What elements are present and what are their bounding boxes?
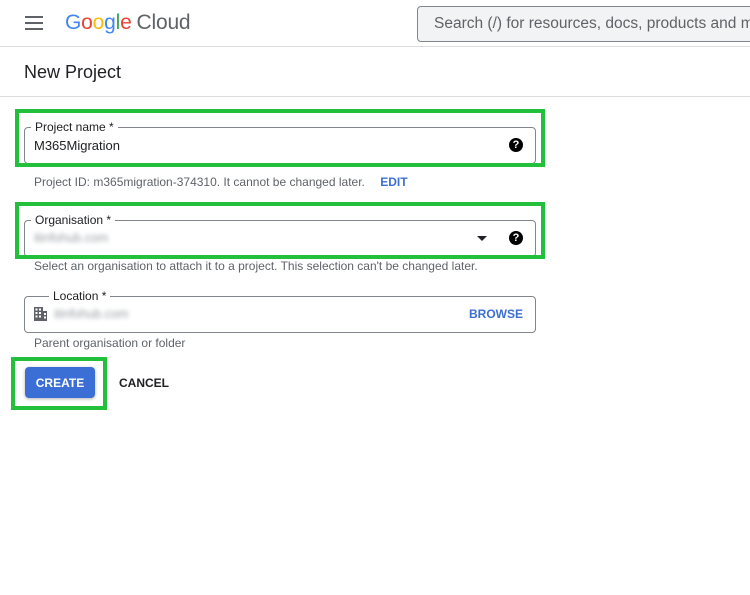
- location-value: itinfohub.com: [54, 307, 129, 321]
- page-header: New Project: [0, 48, 750, 97]
- hamburger-menu-icon[interactable]: [25, 16, 43, 30]
- project-name-field[interactable]: Project name * M365Migration ?: [24, 120, 536, 164]
- browse-button[interactable]: BROWSE: [469, 307, 523, 321]
- dropdown-arrow-icon[interactable]: [477, 236, 487, 241]
- search-input[interactable]: Search (/) for resources, docs, products…: [417, 6, 750, 42]
- organisation-label: Organisation *: [31, 213, 116, 227]
- logo-product-name: Cloud: [136, 11, 191, 34]
- google-cloud-logo[interactable]: Google Cloud: [65, 11, 191, 35]
- organisation-hint: Select an organisation to attach it to a…: [34, 259, 478, 273]
- logo-letter: g: [104, 11, 116, 34]
- cancel-button[interactable]: CANCEL: [110, 367, 178, 398]
- organisation-select[interactable]: Organisation * itinfohub.com ?: [24, 213, 536, 257]
- project-name-label: Project name *: [31, 120, 118, 134]
- logo-letter: o: [81, 11, 93, 34]
- top-app-bar: Google Cloud Search (/) for resources, do…: [0, 0, 750, 47]
- help-circle-icon[interactable]: ?: [509, 231, 523, 245]
- logo-letter: e: [120, 11, 132, 34]
- help-circle-icon[interactable]: ?: [509, 138, 523, 152]
- project-id-hint: Project ID: m365migration-374310. It can…: [34, 175, 408, 189]
- location-hint: Parent organisation or folder: [34, 336, 186, 350]
- organisation-value[interactable]: itinfohub.com: [34, 231, 108, 245]
- location-label: Location *: [49, 289, 111, 303]
- logo-letter: G: [65, 11, 82, 34]
- project-id-text: Project ID: m365migration-374310. It can…: [34, 175, 365, 189]
- building-icon: [34, 307, 47, 321]
- page-title: New Project: [24, 62, 122, 82]
- edit-project-id-button[interactable]: EDIT: [380, 175, 407, 189]
- logo-letter: o: [92, 11, 105, 34]
- location-field[interactable]: Location * itinfohub.com BROWSE: [24, 289, 536, 333]
- project-name-value[interactable]: M365Migration: [34, 138, 120, 153]
- create-button[interactable]: CREATE: [25, 367, 95, 398]
